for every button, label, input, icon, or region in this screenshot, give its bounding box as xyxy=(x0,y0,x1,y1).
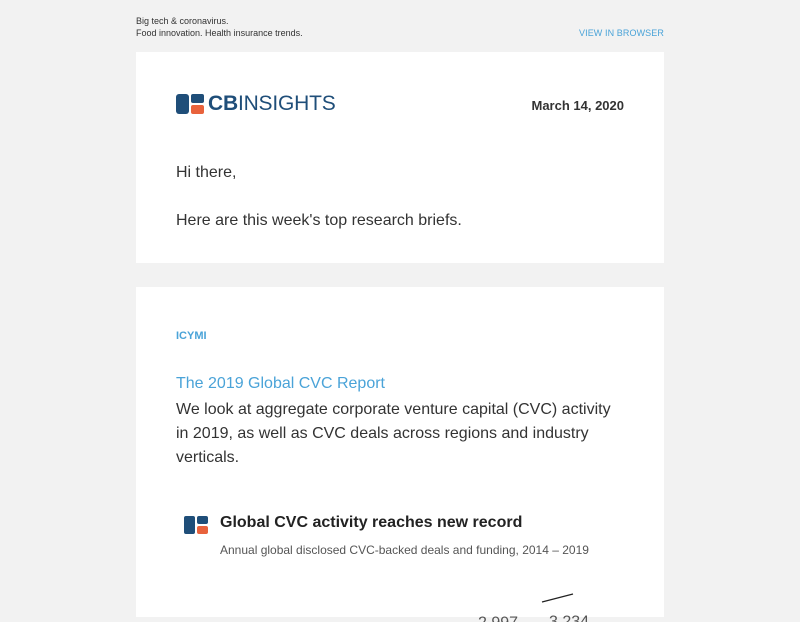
chart-data-label: 2,997 xyxy=(478,615,518,622)
cb-insights-logo[interactable]: CBINSIGHTS xyxy=(176,92,336,115)
chart-data-label: 3,234 xyxy=(549,614,589,622)
greeting-text: Hi there, xyxy=(176,164,237,181)
section-label: ICYMI xyxy=(176,330,207,342)
view-in-browser-link[interactable]: VIEW IN BROWSER xyxy=(579,27,664,39)
cb-logo-mark-icon xyxy=(184,516,208,534)
chart-trend-line xyxy=(541,593,574,603)
article-card: ICYMI The 2019 Global CVC Report We look… xyxy=(136,287,664,622)
cb-insights-logo-icon xyxy=(176,94,204,114)
intro-text: Here are this week's top research briefs… xyxy=(176,212,462,229)
email-preheader: Big tech & coronavirus. Food innovation.… xyxy=(136,15,664,39)
report-description: We look at aggregate corporate venture c… xyxy=(176,401,611,466)
logo-wordmark-insights: INSIGHTS xyxy=(237,92,336,115)
issue-date: March 14, 2020 xyxy=(531,98,624,113)
preheader-line-1: Big tech & coronavirus. xyxy=(136,16,229,26)
cvc-bar-chart[interactable]: 2,997 3,234 xyxy=(436,562,636,622)
report-title-link[interactable]: The 2019 Global CVC Report xyxy=(176,375,385,393)
chart-title: Global CVC activity reaches new record xyxy=(220,514,523,531)
header-card: CBINSIGHTS March 14, 2020 Hi there, Here… xyxy=(136,52,664,263)
logo-wordmark: CBINSIGHTS xyxy=(208,92,336,115)
chart-subtitle: Annual global disclosed CVC-backed deals… xyxy=(220,543,589,557)
logo-wordmark-cb: CB xyxy=(208,92,238,115)
